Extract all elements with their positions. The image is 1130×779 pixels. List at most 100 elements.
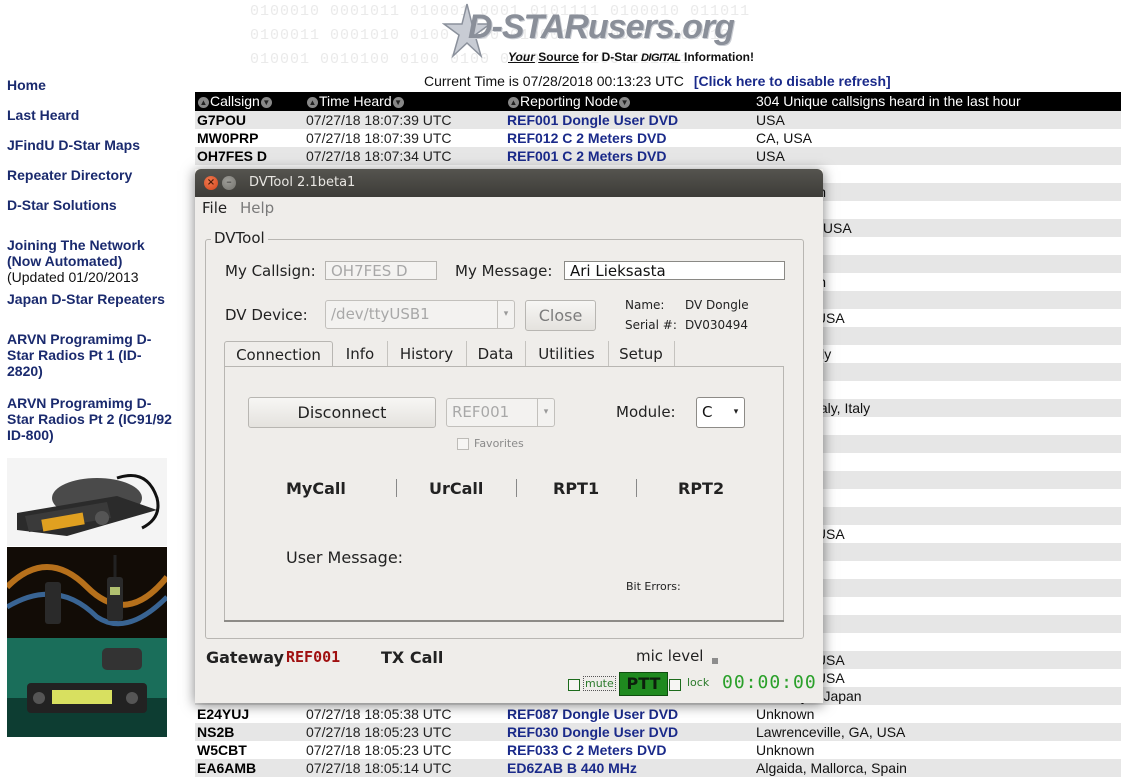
nav-last-heard[interactable]: Last Heard [7, 107, 79, 123]
reporting-node-link[interactable]: REF001 Dongle User DVD [507, 111, 678, 129]
callsign-cell: MW0PRP [197, 130, 259, 146]
site-logo[interactable]: D-STARusers.org [468, 8, 735, 47]
tx-call-label: TX Call [381, 648, 444, 667]
time-cell: 07/27/18 18:07:39 UTC [306, 112, 452, 128]
location-cell: Unknown [756, 742, 815, 758]
sort-down-icon[interactable]: ▼ [619, 96, 631, 108]
serial-value: DV030494 [685, 318, 749, 332]
table-row: OH7FES D 07/27/18 18:07:34 UTC REF001 C 2 … [195, 147, 1121, 165]
menu-file[interactable]: File [202, 199, 227, 217]
tx-timer: 00:00:00 [722, 672, 817, 693]
radio-photo-3[interactable] [7, 638, 167, 737]
current-time: Current Time is 07/28/2018 00:13:23 UTC … [424, 73, 891, 89]
lock-label[interactable]: lock [687, 676, 709, 689]
tab-connection[interactable]: Connection [224, 341, 333, 367]
reporting-node-link[interactable]: REF033 C 2 Meters DVD [507, 741, 667, 759]
time-cell: 07/27/18 18:07:39 UTC [306, 130, 452, 146]
nav-japan-repeaters[interactable]: Japan D-Star Repeaters [7, 291, 165, 307]
callsign-cell: OH7FES D [197, 148, 268, 164]
module-select[interactable]: C ▾ [696, 397, 745, 428]
reporting-node-link[interactable]: REF030 Dongle User DVD [507, 723, 678, 741]
table-row: NS2B 07/27/18 18:05:23 UTC REF030 Dongle U… [195, 723, 1121, 741]
reporting-node-link[interactable]: REF012 C 2 Meters DVD [507, 129, 667, 147]
reporting-node-link[interactable]: REF087 Dongle User DVD [507, 705, 678, 723]
sort-down-icon[interactable]: ▼ [260, 96, 272, 108]
time-cell: 07/27/18 18:05:23 UTC [306, 742, 452, 758]
location-cell: Lawrenceville, GA, USA [756, 724, 906, 740]
reporting-node-link[interactable]: REF001 C 2 Meters DVD [507, 147, 667, 165]
sort-down-icon[interactable]: ▼ [392, 96, 404, 108]
radio-photo-2[interactable] [7, 547, 167, 638]
close-window-icon[interactable]: × [204, 176, 218, 190]
col-callsign[interactable]: ▲ Callsign ▼ [197, 93, 273, 109]
disable-refresh-link[interactable]: [Click here to disable refresh] [694, 73, 891, 89]
col-time-heard[interactable]: ▲ Time Heard ▼ [306, 93, 405, 109]
urcall-header: UrCall [429, 479, 484, 498]
radio-photo-1[interactable] [7, 458, 167, 546]
time-cell: 07/27/18 18:07:34 UTC [306, 148, 452, 164]
panel-divider [224, 620, 784, 622]
tab-setup[interactable]: Setup [608, 341, 675, 367]
module-label: Module: [616, 403, 676, 421]
callsign-cell: NS2B [197, 724, 235, 740]
dvtool-window: × – DVTool 2.1beta1 File Help DVTool My … [195, 169, 823, 703]
location-cell: USA [756, 112, 785, 128]
user-message-label: User Message: [286, 548, 404, 567]
menu-help[interactable]: Help [240, 199, 274, 217]
site-header: 0100010 0001011 010001 0001 0101111 0100… [250, 0, 900, 72]
nav-joining-network[interactable]: Joining The Network (Now Automated) (Upd… [7, 237, 172, 285]
reporting-node-link[interactable]: ED6ZAB B 440 MHz [507, 759, 637, 777]
table-row: E24YUJ 07/27/18 18:05:38 UTC REF087 Dongle… [195, 705, 1121, 723]
dv-device-select: /dev/ttyUSB1 ▾ [325, 300, 515, 329]
location-cell: Unknown [756, 706, 815, 722]
chevron-down-icon: ▾ [537, 399, 554, 426]
mycall-header: MyCall [286, 479, 346, 498]
col-reporting-node[interactable]: ▲ Reporting Node ▼ [507, 93, 631, 109]
tab-history[interactable]: History [387, 341, 467, 367]
callsign-cell: E24YUJ [197, 706, 250, 722]
my-callsign-field: OH7FES D [325, 261, 437, 280]
callsign-cell: EA6AMB [197, 760, 257, 776]
menu-bar: File Help [195, 197, 823, 221]
gateway-value: REF001 [286, 648, 341, 666]
table-row: G7POU 07/27/18 18:07:39 UTC REF001 Dongle … [195, 111, 1121, 129]
lock-checkbox[interactable] [669, 679, 681, 691]
device-name-label: Name: [625, 298, 665, 312]
tab-info[interactable]: Info [333, 341, 388, 367]
column-divider [636, 479, 637, 497]
ptt-button[interactable]: PTT [619, 672, 668, 696]
favorites-label: Favorites [474, 437, 524, 450]
tab-data[interactable]: Data [466, 341, 526, 367]
minimize-window-icon[interactable]: – [222, 176, 236, 190]
sort-up-icon[interactable]: ▲ [307, 96, 318, 108]
nav-arvn-pt2[interactable]: ARVN Programimg D-Star Radios Pt 2 (IC91… [7, 395, 172, 443]
unique-count-summary: 304 Unique callsigns heard in the last h… [756, 93, 1021, 109]
callsign-cell: W5CBT [197, 742, 247, 758]
window-title: DVTool 2.1beta1 [249, 175, 356, 190]
rpt1-header: RPT1 [553, 479, 600, 498]
table-row: MW0PRP 07/27/18 18:07:39 UTC REF012 C 2 Me… [195, 129, 1121, 147]
sort-up-icon[interactable]: ▲ [198, 96, 209, 108]
table-row: W5CBT 07/27/18 18:05:23 UTC REF033 C 2 Met… [195, 741, 1121, 759]
nav-repeater-directory[interactable]: Repeater Directory [7, 167, 132, 183]
window-titlebar[interactable]: × – DVTool 2.1beta1 [195, 169, 823, 197]
nav-home[interactable]: Home [7, 77, 46, 93]
mute-label[interactable]: mute [583, 676, 616, 691]
sort-up-icon[interactable]: ▲ [508, 96, 519, 108]
location-cell: Algaida, Mallorca, Spain [756, 760, 907, 776]
favorites-checkbox[interactable] [457, 438, 469, 450]
mute-checkbox[interactable] [568, 679, 580, 691]
dv-device-label: DV Device: [225, 306, 308, 324]
time-cell: 07/27/18 18:05:14 UTC [306, 760, 452, 776]
disconnect-button[interactable]: Disconnect [248, 397, 436, 428]
column-divider [396, 479, 397, 497]
close-device-button[interactable]: Close [525, 300, 596, 331]
nav-dstar-solutions[interactable]: D-Star Solutions [7, 197, 117, 213]
rpt2-header: RPT2 [678, 479, 725, 498]
tab-utilities[interactable]: Utilities [525, 341, 609, 367]
nav-arvn-pt1[interactable]: ARVN Programimg D-Star Radios Pt 1 (ID-2… [7, 331, 172, 379]
group-title: DVTool [211, 229, 268, 247]
my-message-field[interactable]: Ari Lieksasta [564, 261, 785, 280]
table-header: ▲ Callsign ▼ ▲ Time Heard ▼ ▲ Reporting Node ▼… [195, 92, 1121, 111]
nav-jfindu-maps[interactable]: JFindU D-Star Maps [7, 137, 140, 153]
